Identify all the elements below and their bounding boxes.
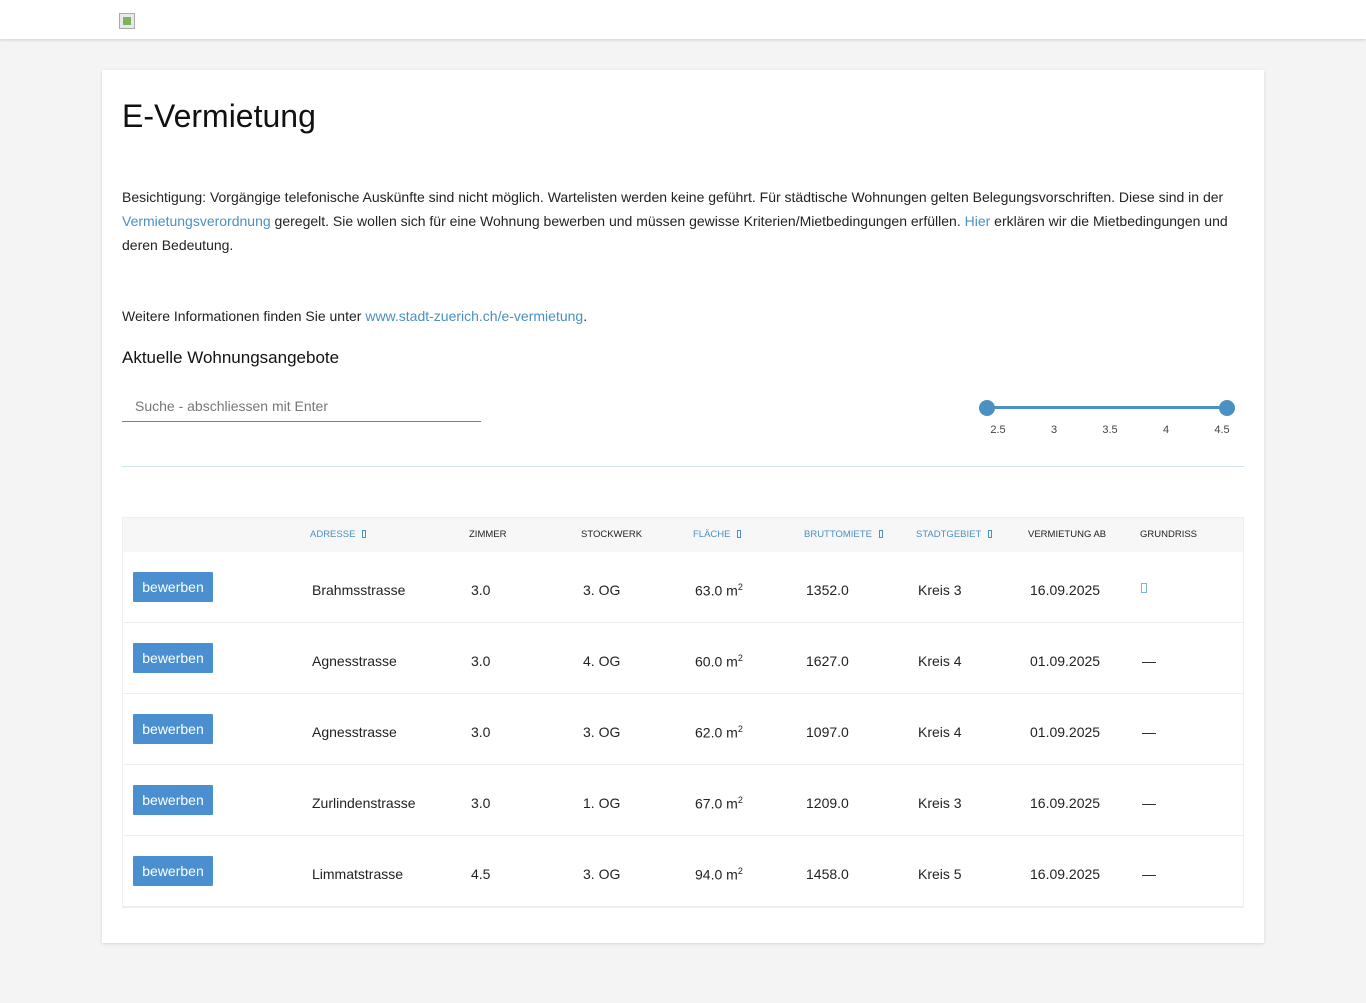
address-cell: Zurlindenstrasse bbox=[312, 795, 416, 811]
bewerben-button[interactable]: bewerben bbox=[133, 572, 213, 602]
column-header-fläche[interactable]: Fläche bbox=[693, 529, 742, 540]
address-cell: Brahmsstrasse bbox=[312, 582, 406, 598]
intro-text: Besichtigung: Vorgängige telefonische Au… bbox=[122, 185, 1237, 257]
rent-cell: 1209.0 bbox=[806, 795, 849, 811]
more-info-text: Weitere Informationen finden Sie unter w… bbox=[122, 304, 587, 328]
column-header-stadtgebiet[interactable]: Stadtgebiet bbox=[916, 529, 993, 540]
table-row: bewerben Agnesstrasse 3.0 4. OG 60.0 m2 1627.… bbox=[123, 623, 1243, 694]
sort-icon[interactable] bbox=[737, 530, 742, 538]
floorplan-cell: — bbox=[1142, 724, 1156, 740]
apartments-table: Adresse Zimmer Stockwerk Fläche Bruttomiete S… bbox=[122, 517, 1244, 908]
sort-icon[interactable] bbox=[878, 530, 883, 538]
slider-tick-label: 3.5 bbox=[1102, 424, 1118, 436]
table-row: bewerben Brahmsstrasse 3.0 3. OG 63.0 m2 1352… bbox=[123, 552, 1243, 623]
rent-cell: 1352.0 bbox=[806, 582, 849, 598]
rooms-cell: 3.0 bbox=[471, 724, 491, 740]
slider-min-thumb[interactable] bbox=[979, 400, 995, 416]
available-from-cell: 16.09.2025 bbox=[1030, 795, 1101, 811]
district-cell: Kreis 5 bbox=[918, 866, 962, 882]
floor-cell: 4. OG bbox=[583, 653, 621, 669]
district-cell: Kreis 3 bbox=[918, 582, 962, 598]
district-cell: Kreis 4 bbox=[918, 653, 962, 669]
column-header-label: Stockwerk bbox=[581, 529, 643, 540]
floor-cell: 3. OG bbox=[583, 866, 621, 882]
mietbedingungen-link[interactable]: Hier bbox=[965, 213, 991, 229]
slider-tick-label: 4 bbox=[1162, 424, 1170, 436]
top-navbar bbox=[0, 0, 1366, 39]
intro-text-part: geregelt. Sie wollen sich für eine Wohnu… bbox=[270, 213, 965, 229]
rent-cell: 1458.0 bbox=[806, 866, 849, 882]
available-from-cell: 16.09.2025 bbox=[1030, 582, 1101, 598]
rooms-cell: 4.5 bbox=[471, 866, 491, 882]
floorplan-cell: — bbox=[1142, 866, 1156, 882]
sort-icon[interactable] bbox=[362, 530, 367, 538]
more-info-suffix: . bbox=[583, 308, 588, 324]
available-from-cell: 01.09.2025 bbox=[1030, 653, 1101, 669]
main-card: E-Vermietung Besichtigung: Vorgängige te… bbox=[102, 70, 1264, 943]
divider bbox=[122, 466, 1244, 467]
slider-tick-label: 3 bbox=[1050, 424, 1058, 436]
column-header-label: Vermietung ab bbox=[1028, 529, 1107, 540]
rooms-cell: 3.0 bbox=[471, 795, 491, 811]
floor-cell: 3. OG bbox=[583, 724, 621, 740]
rooms-cell: 3.0 bbox=[471, 653, 491, 669]
column-header-bruttomiete[interactable]: Bruttomiete bbox=[804, 529, 883, 540]
area-cell: 60.0 m2 bbox=[695, 653, 743, 670]
slider-tick-label: 4.5 bbox=[1214, 424, 1230, 436]
bewerben-button[interactable]: bewerben bbox=[133, 643, 213, 673]
rooms-cell: 3.0 bbox=[471, 582, 491, 598]
column-header-label: Bruttomiete bbox=[804, 529, 872, 540]
section-title: Aktuelle Wohnungsangebote bbox=[122, 348, 340, 367]
floorplan-cell: — bbox=[1142, 653, 1156, 669]
rent-cell: 1627.0 bbox=[806, 653, 849, 669]
address-cell: Agnesstrasse bbox=[312, 653, 397, 669]
bewerben-button[interactable]: bewerben bbox=[133, 856, 213, 886]
column-header-label: Fläche bbox=[693, 529, 731, 540]
table-header: Adresse Zimmer Stockwerk Fläche Bruttomiete S… bbox=[123, 518, 1243, 552]
available-from-cell: 01.09.2025 bbox=[1030, 724, 1101, 740]
area-cell: 62.0 m2 bbox=[695, 724, 743, 741]
slider-max-thumb[interactable] bbox=[1219, 400, 1235, 416]
bewerben-button[interactable]: bewerben bbox=[133, 785, 213, 815]
column-header-vermietung-ab: Vermietung ab bbox=[1028, 529, 1106, 540]
address-cell: Agnesstrasse bbox=[312, 724, 397, 740]
column-header-label: Stadtgebiet bbox=[916, 529, 982, 540]
column-header-label: Zimmer bbox=[469, 529, 507, 540]
column-header-zimmer: Zimmer bbox=[469, 529, 506, 540]
column-header-adresse[interactable]: Adresse bbox=[310, 529, 367, 540]
floorplan-cell: — bbox=[1142, 795, 1156, 811]
floor-cell: 3. OG bbox=[583, 582, 621, 598]
e-vermietung-link[interactable]: www.stadt-zuerich.ch/e-vermietung bbox=[365, 308, 583, 324]
table-row: bewerben Zurlindenstrasse 3.0 1. OG 67.0 m2 1… bbox=[123, 765, 1243, 836]
floorplan-document-icon[interactable] bbox=[1141, 583, 1147, 593]
bewerben-button[interactable]: bewerben bbox=[133, 714, 213, 744]
district-cell: Kreis 3 bbox=[918, 795, 962, 811]
column-header-label: Grundriss bbox=[1140, 529, 1198, 540]
column-header-grundriss: Grundriss bbox=[1140, 529, 1197, 540]
district-cell: Kreis 4 bbox=[918, 724, 962, 740]
page-title: E-Vermietung bbox=[122, 98, 316, 134]
table-body: bewerben Brahmsstrasse 3.0 3. OG 63.0 m2 1352… bbox=[123, 552, 1243, 907]
address-cell: Limmatstrasse bbox=[312, 866, 404, 882]
logo-image[interactable] bbox=[119, 13, 135, 29]
room-range-slider[interactable]: 2.5 3 3.5 4 4.5 bbox=[979, 400, 1235, 440]
intro-text-part: Besichtigung: Vorgängige telefonische Au… bbox=[122, 189, 1224, 205]
floor-cell: 1. OG bbox=[583, 795, 621, 811]
search-input[interactable] bbox=[122, 390, 481, 422]
area-cell: 94.0 m2 bbox=[695, 866, 743, 883]
rent-cell: 1097.0 bbox=[806, 724, 849, 740]
table-row: bewerben Agnesstrasse 3.0 3. OG 62.0 m2 1097.… bbox=[123, 694, 1243, 765]
table-row: bewerben Limmatstrasse 4.5 3. OG 94.0 m2 1458… bbox=[123, 836, 1243, 907]
more-info-prefix: Weitere Informationen finden Sie unter bbox=[122, 308, 366, 324]
available-from-cell: 16.09.2025 bbox=[1030, 866, 1101, 882]
column-header-label: Adresse bbox=[310, 529, 356, 540]
vermietungsverordnung-link[interactable]: Vermietungsverordnung bbox=[122, 213, 271, 229]
column-header-stockwerk: Stockwerk bbox=[581, 529, 642, 540]
slider-tick-label: 2.5 bbox=[990, 424, 1006, 436]
sort-icon[interactable] bbox=[988, 530, 993, 538]
area-cell: 67.0 m2 bbox=[695, 795, 743, 812]
slider-track bbox=[987, 406, 1227, 409]
area-cell: 63.0 m2 bbox=[695, 582, 743, 599]
